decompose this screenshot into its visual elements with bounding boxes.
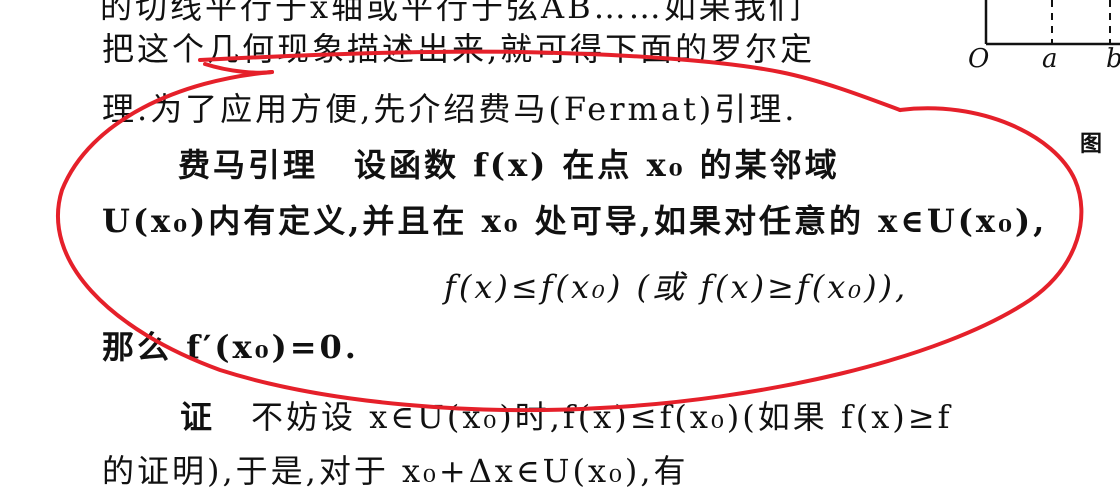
figure-label-o: O [968, 44, 990, 74]
lemma-title: 费马引理 [178, 146, 319, 184]
lemma-intro: 设函数 f(x) 在点 x₀ 的某邻域 [354, 146, 840, 184]
figure-label-a: a [1042, 44, 1058, 74]
figure-label-b: b [1106, 44, 1120, 74]
lemma-formula: f(x)≤f(x₀) (或 f(x)≥f(x₀)), [444, 268, 909, 306]
proof-text: 不妨设 x∈U(x₀)时,f(x)≤f(x₀)(如果 f(x)≥f [251, 398, 953, 436]
lemma-conclusion: 那么 f′(x₀)=0. [102, 328, 359, 366]
text-line-1: 把这个几何现象描述出来,就可得下面的罗尔定 [102, 30, 816, 68]
figure-caption: 图 [1080, 131, 1103, 157]
text-line-2: 理.为了应用方便,先介绍费马(Fermat)引理. [102, 90, 798, 128]
proof-line: 证不妨设 x∈U(x₀)时,f(x)≤f(x₀)(如果 f(x)≥f [180, 392, 952, 438]
proof-label: 证 [180, 398, 216, 436]
lemma-condition-line: U(x₀)内有定义,并且在 x₀ 处可导,如果对任意的 x∈U(x₀), [102, 202, 1048, 240]
lemma-heading-line: 费马引理 设函数 f(x) 在点 x₀ 的某邻域 [178, 140, 840, 186]
cut-off-bottom-line: 的证明),于是,对于 x₀+Δx∈U(x₀),有 [102, 452, 689, 490]
